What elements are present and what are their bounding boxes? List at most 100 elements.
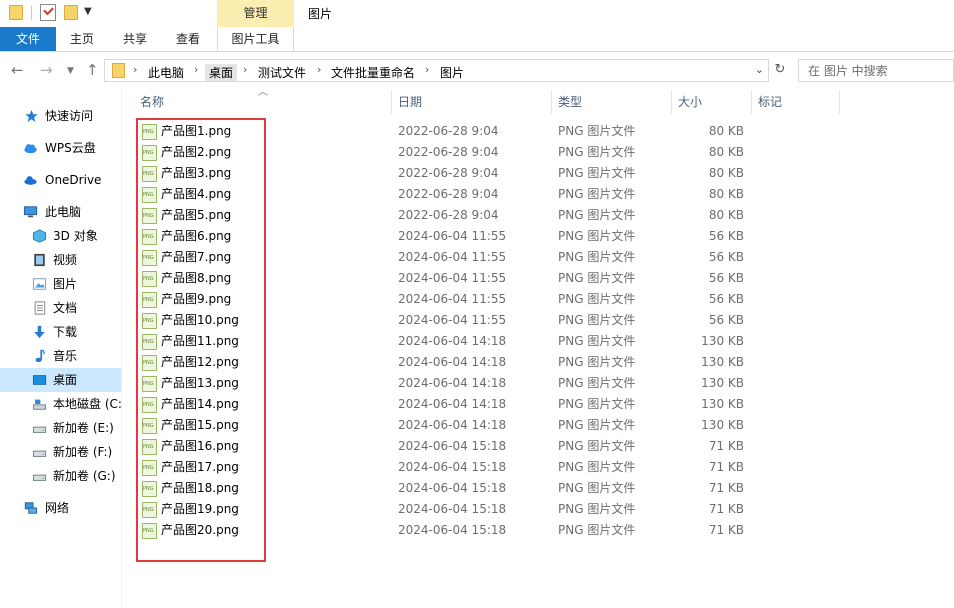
file-size: 71 KB (708, 481, 744, 495)
file-row[interactable]: 产品图11.png 2024-06-04 14:18 PNG 图片文件 130 KB (136, 331, 954, 352)
column-divider[interactable] (751, 90, 752, 114)
breadcrumb-separator-icon[interactable]: › (133, 63, 137, 76)
address-bar[interactable]: › 此电脑 › 桌面 › 测试文件 › 文件批量重命名 › 图片 ⌄ (104, 59, 769, 82)
forward-arrow-icon[interactable]: → (40, 61, 53, 79)
column-header-type[interactable]: 类型 (558, 88, 582, 116)
file-name: 产品图3.png (161, 166, 232, 180)
breadcrumb-separator-icon[interactable]: › (194, 63, 198, 76)
file-type: PNG 图片文件 (558, 460, 636, 474)
file-row[interactable]: 产品图3.png 2022-06-28 9:04 PNG 图片文件 80 KB (136, 163, 954, 184)
file-row[interactable]: 产品图14.png 2024-06-04 14:18 PNG 图片文件 130 KB (136, 394, 954, 415)
sidebar-item-desktop[interactable]: 桌面 (0, 368, 121, 392)
file-row[interactable]: 产品图20.png 2024-06-04 15:18 PNG 图片文件 71 KB (136, 520, 954, 541)
sidebar-item-local-disk-c[interactable]: 本地磁盘 (C: (0, 392, 121, 416)
file-row[interactable]: 产品图9.png 2024-06-04 11:55 PNG 图片文件 56 KB (136, 289, 954, 310)
file-row[interactable]: 产品图1.png 2022-06-28 9:04 PNG 图片文件 80 KB (136, 121, 954, 142)
file-size: 130 KB (701, 397, 744, 411)
sidebar-item-quick-access[interactable]: 快速访问 (0, 104, 121, 128)
file-row[interactable]: 产品图5.png 2022-06-28 9:04 PNG 图片文件 80 KB (136, 205, 954, 226)
music-icon (35, 349, 45, 363)
column-header-tags[interactable]: 标记 (758, 88, 782, 116)
breadcrumb-separator-icon[interactable]: › (317, 63, 321, 76)
refresh-icon[interactable]: ↻ (771, 62, 789, 80)
file-row[interactable]: 产品图8.png 2024-06-04 11:55 PNG 图片文件 56 KB (136, 268, 954, 289)
column-divider[interactable] (551, 90, 552, 114)
column-header-date[interactable]: 日期 (398, 88, 422, 116)
folder-icon[interactable] (9, 5, 23, 20)
up-arrow-icon[interactable]: ↑ (86, 61, 99, 79)
sidebar-item-label: 图片 (53, 277, 78, 291)
sidebar-item-label: 音乐 (53, 349, 78, 363)
address-dropdown-icon[interactable]: ⌄ (755, 63, 764, 76)
search-input[interactable] (799, 60, 949, 81)
file-row[interactable]: 产品图7.png 2024-06-04 11:55 PNG 图片文件 56 KB (136, 247, 954, 268)
file-row[interactable]: 产品图18.png 2024-06-04 15:18 PNG 图片文件 71 KB (136, 478, 954, 499)
sidebar-item-label: 网络 (45, 501, 70, 515)
column-header-size[interactable]: 大小 (678, 88, 702, 116)
column-divider[interactable] (391, 90, 392, 114)
file-type: PNG 图片文件 (558, 502, 636, 516)
chevron-down-icon[interactable]: ▼ (84, 6, 92, 17)
file-row[interactable]: 产品图19.png 2024-06-04 15:18 PNG 图片文件 71 KB (136, 499, 954, 520)
file-row[interactable]: 产品图6.png 2024-06-04 11:55 PNG 图片文件 56 KB (136, 226, 954, 247)
breadcrumb-batch-rename[interactable]: 文件批量重命名 (331, 64, 415, 81)
sidebar-item-this-pc[interactable]: 此电脑 (0, 200, 121, 224)
file-size: 71 KB (708, 460, 744, 474)
file-name: 产品图8.png (161, 271, 232, 285)
sidebar-item-downloads[interactable]: 下载 (0, 320, 121, 344)
sidebar-item-volume-f[interactable]: 新加卷 (F:) (0, 440, 121, 464)
onedrive-icon (24, 176, 37, 185)
tab-picture-tools[interactable]: 图片工具 (217, 27, 294, 51)
recent-locations-chevron-icon[interactable]: ▼ (67, 66, 74, 76)
sort-ascending-icon: ︿ (258, 87, 268, 98)
column-divider[interactable] (839, 90, 840, 114)
sidebar-item-onedrive[interactable]: OneDrive (0, 168, 121, 192)
file-row[interactable]: 产品图12.png 2024-06-04 14:18 PNG 图片文件 130 KB (136, 352, 954, 373)
column-divider[interactable] (671, 90, 672, 114)
png-file-icon (142, 523, 157, 539)
png-file-icon (142, 187, 157, 203)
sidebar-item-documents[interactable]: 文档 (0, 296, 121, 320)
download-icon (34, 325, 45, 339)
breadcrumb-desktop[interactable]: 桌面 (205, 64, 238, 81)
breadcrumb-pictures[interactable]: 图片 (440, 64, 464, 81)
sidebar-item-pictures[interactable]: 图片 (0, 272, 121, 296)
breadcrumb-this-pc[interactable]: 此电脑 (148, 64, 184, 81)
file-row[interactable]: 产品图15.png 2024-06-04 14:18 PNG 图片文件 130 KB (136, 415, 954, 436)
column-header-name[interactable]: 名称 (140, 88, 164, 116)
file-row[interactable]: 产品图4.png 2022-06-28 9:04 PNG 图片文件 80 KB (136, 184, 954, 205)
tab-view[interactable]: 查看 (164, 27, 212, 51)
breadcrumb-separator-icon[interactable]: › (425, 63, 429, 76)
sidebar-item-label: 新加卷 (F:) (53, 445, 113, 459)
file-size: 80 KB (708, 187, 744, 201)
file-name: 产品图20.png (161, 523, 239, 537)
back-arrow-icon[interactable]: ← (11, 61, 24, 79)
sidebar-item-wps-cloud[interactable]: WPS云盘 (0, 136, 121, 160)
properties-icon[interactable] (40, 4, 56, 21)
tab-file[interactable]: 文件 (0, 27, 56, 51)
new-folder-icon[interactable] (64, 5, 78, 20)
sidebar-item-music[interactable]: 音乐 (0, 344, 121, 368)
file-row[interactable]: 产品图17.png 2024-06-04 15:18 PNG 图片文件 71 KB (136, 457, 954, 478)
sidebar-item-network[interactable]: 网络 (0, 496, 121, 520)
file-date: 2024-06-04 11:55 (398, 292, 507, 306)
tab-home[interactable]: 主页 (58, 27, 106, 51)
search-box[interactable] (798, 59, 954, 82)
file-date: 2022-06-28 9:04 (398, 166, 499, 180)
manage-tab[interactable]: 管理 (217, 0, 294, 27)
breadcrumb-test-files[interactable]: 测试文件 (258, 64, 306, 81)
breadcrumb-separator-icon[interactable]: › (243, 63, 247, 76)
file-row[interactable]: 产品图13.png 2024-06-04 14:18 PNG 图片文件 130 KB (136, 373, 954, 394)
sidebar-item-volume-g[interactable]: 新加卷 (G:) (0, 464, 121, 488)
file-row[interactable]: 产品图2.png 2022-06-28 9:04 PNG 图片文件 80 KB (136, 142, 954, 163)
png-file-icon (142, 376, 157, 392)
file-name: 产品图7.png (161, 250, 232, 264)
sidebar-item-videos[interactable]: 视频 (0, 248, 121, 272)
tab-share[interactable]: 共享 (110, 27, 160, 51)
file-row[interactable]: 产品图10.png 2024-06-04 11:55 PNG 图片文件 56 KB (136, 310, 954, 331)
sidebar-item-volume-e[interactable]: 新加卷 (E:) (0, 416, 121, 440)
sidebar-item-3d-objects[interactable]: 3D 对象 (0, 224, 121, 248)
file-name: 产品图16.png (161, 439, 239, 453)
file-date: 2024-06-04 14:18 (398, 418, 507, 432)
file-row[interactable]: 产品图16.png 2024-06-04 15:18 PNG 图片文件 71 KB (136, 436, 954, 457)
